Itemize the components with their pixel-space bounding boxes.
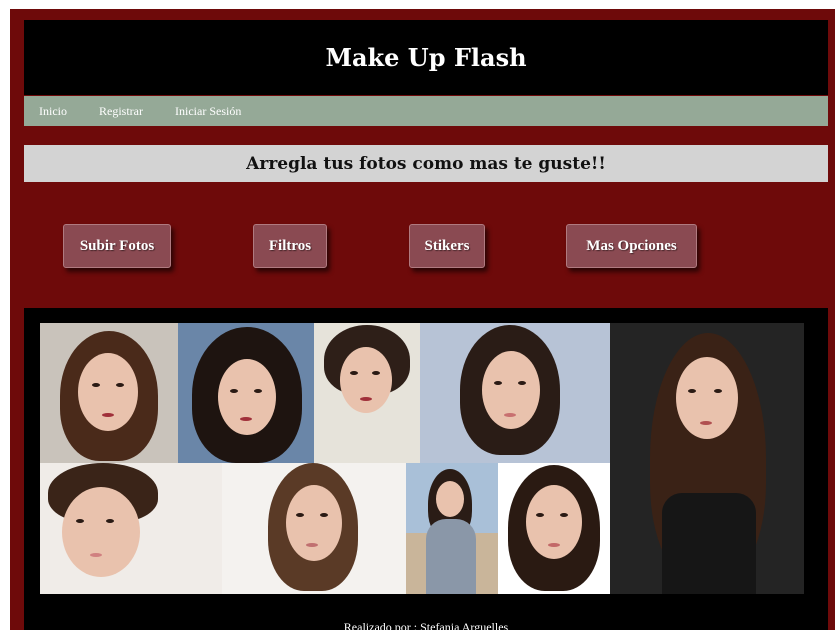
collage-photo-4	[420, 323, 610, 463]
collage-photo-7	[222, 463, 406, 594]
upload-photos-label: Subir Fotos	[79, 237, 155, 254]
site-header: Make Up Flash	[24, 20, 828, 95]
filters-label: Filtros	[268, 237, 312, 254]
collage-photo-5	[610, 323, 804, 594]
nav-item-iniciar-sesion[interactable]: Iniciar Sesión	[175, 104, 241, 119]
more-options-button[interactable]: Mas Opciones	[566, 224, 697, 268]
collage-photo-3	[314, 323, 420, 463]
stickers-label: Stikers	[424, 237, 470, 254]
footer-credit: Realizado por : Stefania Arguelles	[343, 620, 509, 634]
nav-bar: Inicio Registrar Iniciar Sesión	[24, 96, 828, 126]
stickers-button[interactable]: Stikers	[409, 224, 485, 268]
site-title: Make Up Flash	[325, 43, 527, 72]
nav-item-registrar[interactable]: Registrar	[99, 104, 143, 119]
tagline-text: Arregla tus fotos como mas te guste!!	[246, 153, 606, 174]
more-options-label: Mas Opciones	[586, 237, 677, 254]
collage-photo-9	[498, 463, 610, 594]
tagline-banner: Arregla tus fotos como mas te guste!!	[24, 145, 828, 182]
collage-photo-8	[406, 463, 498, 594]
photo-collage	[40, 323, 804, 594]
upload-photos-button[interactable]: Subir Fotos	[63, 224, 171, 268]
collage-photo-2	[178, 323, 314, 463]
filters-button[interactable]: Filtros	[253, 224, 327, 268]
nav-item-inicio[interactable]: Inicio	[39, 104, 67, 119]
collage-photo-6	[40, 463, 222, 594]
collage-photo-1	[40, 323, 178, 463]
